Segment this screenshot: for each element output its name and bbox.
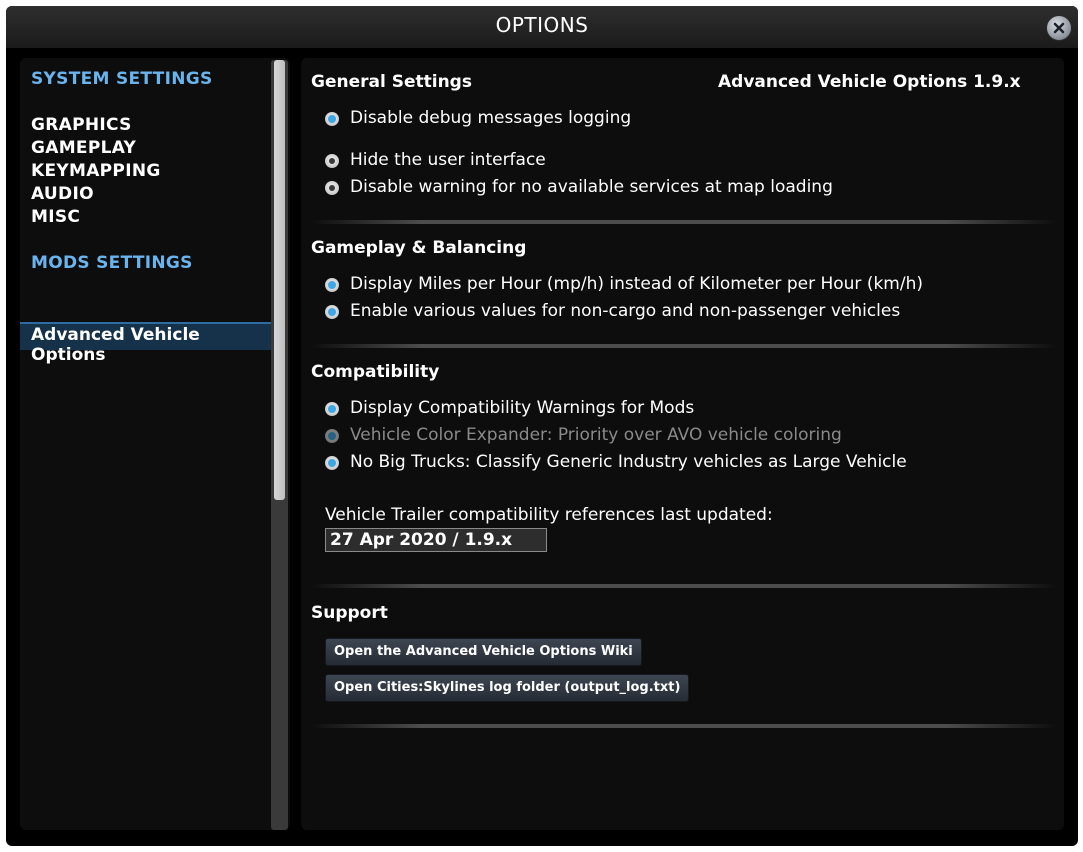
options-window: OPTIONS SYSTEM SETTINGS GRAPHICS GAMEPLA… — [6, 6, 1078, 846]
sidebar-item-advanced-vehicle-options[interactable]: Advanced Vehicle Options — [20, 322, 272, 365]
radio-checked-icon — [325, 456, 339, 470]
settings-sidebar: SYSTEM SETTINGS GRAPHICS GAMEPLAY KEYMAP… — [20, 58, 290, 830]
section-divider — [311, 344, 1056, 348]
support-title: Support — [311, 603, 388, 623]
close-icon — [1053, 22, 1065, 34]
radio-checked-icon — [325, 305, 339, 319]
sidebar-scrollbar[interactable] — [271, 60, 288, 830]
sidebar-item-gameplay[interactable]: GAMEPLAY — [31, 138, 136, 158]
gameplay-balancing-title: Gameplay & Balancing — [311, 238, 527, 258]
radio-checked-icon — [325, 429, 339, 443]
sidebar-scroll-thumb[interactable] — [274, 60, 285, 500]
system-settings-header: SYSTEM SETTINGS — [31, 69, 213, 89]
mod-options-panel: General Settings Advanced Vehicle Option… — [301, 58, 1064, 830]
option-label: No Big Trucks: Classify Generic Industry… — [350, 452, 907, 472]
mods-settings-header: MODS SETTINGS — [31, 253, 193, 273]
option-label: Vehicle Color Expander: Priority over AV… — [350, 425, 842, 445]
mod-version-title: Advanced Vehicle Options 1.9.x — [718, 72, 1021, 92]
radio-unchecked-icon — [325, 181, 339, 195]
window-title: OPTIONS — [495, 13, 589, 37]
option-label: Enable various values for non-cargo and … — [350, 301, 901, 321]
trailer-references-date-field[interactable] — [325, 528, 547, 552]
option-label: Hide the user interface — [350, 150, 546, 170]
radio-unchecked-icon — [325, 154, 339, 168]
open-wiki-button[interactable]: Open the Advanced Vehicle Options Wiki — [325, 638, 642, 666]
radio-checked-icon — [325, 278, 339, 292]
section-divider — [311, 584, 1056, 588]
sidebar-item-misc[interactable]: MISC — [31, 207, 80, 227]
option-label: Display Compatibility Warnings for Mods — [350, 398, 695, 418]
sidebar-item-keymapping[interactable]: KEYMAPPING — [31, 161, 161, 181]
sidebar-item-graphics[interactable]: GRAPHICS — [31, 115, 132, 135]
title-bar: OPTIONS — [6, 6, 1078, 48]
compatibility-title: Compatibility — [311, 362, 440, 382]
open-log-folder-button[interactable]: Open Cities:Skylines log folder (output_… — [325, 674, 690, 702]
close-button[interactable] — [1046, 15, 1072, 41]
sidebar-item-label: Advanced Vehicle Options — [31, 325, 200, 365]
section-divider — [311, 724, 1056, 728]
radio-checked-icon — [325, 402, 339, 416]
option-label: Disable debug messages logging — [350, 108, 632, 128]
trailer-references-label: Vehicle Trailer compatibility references… — [325, 505, 773, 525]
general-settings-title: General Settings — [311, 72, 472, 92]
section-divider — [311, 220, 1056, 224]
option-label: Display Miles per Hour (mp/h) instead of… — [350, 274, 923, 294]
sidebar-item-audio[interactable]: AUDIO — [31, 184, 94, 204]
radio-checked-icon — [325, 112, 339, 126]
option-label: Disable warning for no available service… — [350, 177, 833, 197]
